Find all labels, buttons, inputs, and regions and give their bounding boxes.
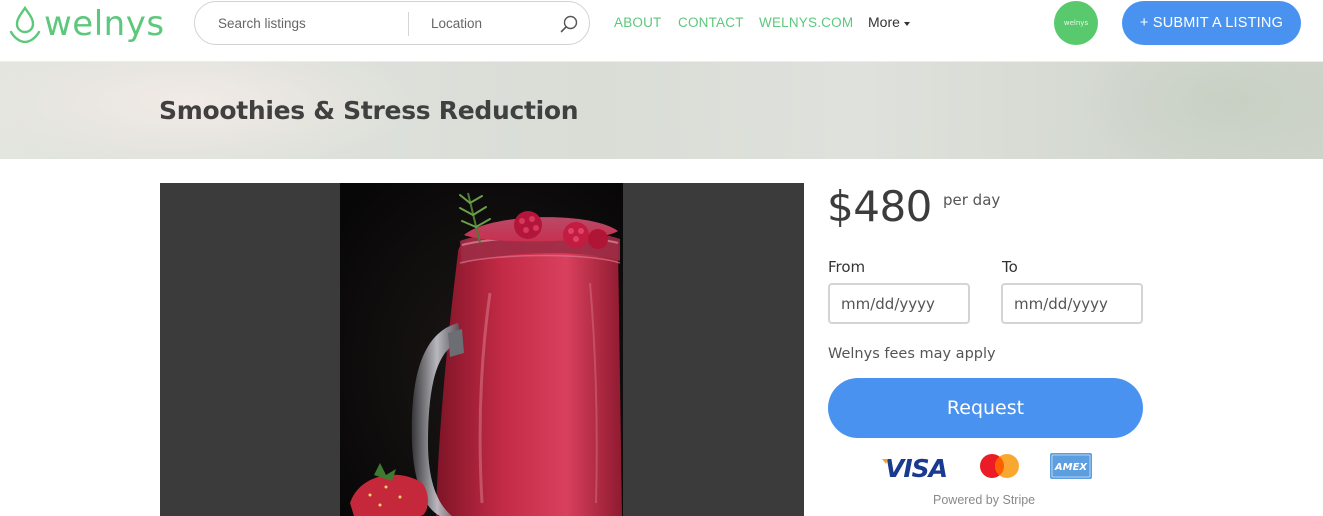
- visa-icon: VISA: [882, 454, 948, 481]
- leaf-drop-logo-icon: [9, 5, 41, 43]
- listing-title: Smoothies & Stress Reduction: [159, 96, 579, 125]
- to-date-input[interactable]: [1001, 283, 1143, 324]
- nav-about-link[interactable]: ABOUT: [614, 14, 662, 31]
- search-icon[interactable]: [559, 14, 579, 34]
- smoothie-photo: [340, 183, 623, 516]
- caret-down-icon: [903, 21, 910, 26]
- from-date-label: From: [828, 258, 866, 276]
- listing-hero-banner: Smoothies & Stress Reduction: [0, 62, 1323, 159]
- nav-more-label: More: [868, 14, 900, 30]
- logo-wordmark: welnys: [44, 4, 165, 44]
- powered-by-stripe: Powered by Stripe: [933, 493, 1036, 507]
- price-unit: per day: [943, 191, 1001, 209]
- smoothie-jar-illustration: [340, 183, 623, 516]
- from-date-input[interactable]: [828, 283, 970, 324]
- search-divider: [408, 12, 409, 36]
- amex-icon: AMEX: [1050, 453, 1092, 479]
- amex-wordmark: AMEX: [1054, 462, 1089, 473]
- search-bar: [194, 1, 590, 45]
- nav-welnys-com-link[interactable]: WELNYS.COM: [759, 14, 853, 31]
- site-logo[interactable]: welnys: [8, 4, 165, 44]
- nav-more-dropdown[interactable]: More: [868, 14, 910, 31]
- top-navigation-bar: welnys ABOUT CONTACT WELNYS.COM More wel…: [0, 0, 1323, 62]
- fees-note: Welnys fees may apply: [828, 346, 996, 362]
- location-input[interactable]: [431, 2, 551, 44]
- mastercard-icon: [980, 454, 1019, 478]
- avatar-label: welnys: [1063, 19, 1089, 27]
- user-avatar[interactable]: welnys: [1054, 1, 1098, 45]
- request-button[interactable]: Request: [828, 378, 1143, 438]
- visa-wordmark: VISA: [885, 454, 947, 481]
- listing-price: $480: [827, 182, 932, 231]
- submit-listing-button[interactable]: + SUBMIT A LISTING: [1122, 1, 1301, 45]
- search-listings-input[interactable]: [218, 2, 398, 44]
- hero-background-blur: [1080, 62, 1323, 159]
- nav-contact-link[interactable]: CONTACT: [678, 14, 744, 31]
- listing-image-gallery[interactable]: [160, 183, 804, 516]
- to-date-label: To: [1002, 258, 1018, 276]
